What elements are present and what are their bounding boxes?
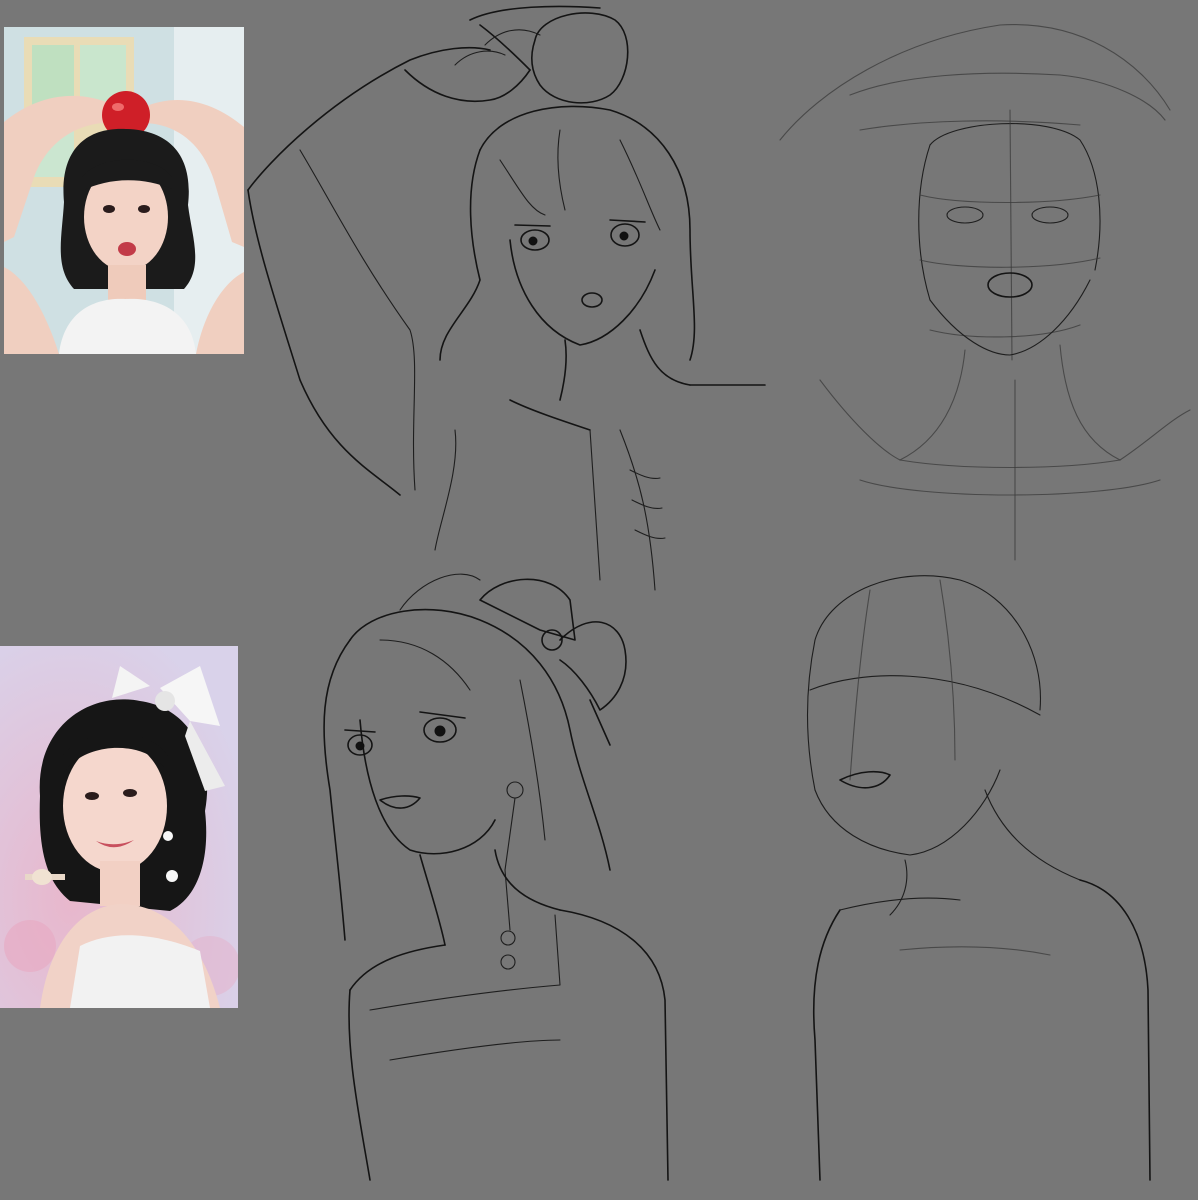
sketch-apple-lineart <box>247 5 766 591</box>
drawing-canvas <box>0 0 1198 1200</box>
sketch-bow-construction <box>806 575 1151 1181</box>
sketch-apple-construction <box>779 24 1191 561</box>
reference-photo-bow <box>0 646 238 1008</box>
sketch-bow-lineart <box>323 573 669 1181</box>
reference-photo-apple <box>4 27 244 354</box>
